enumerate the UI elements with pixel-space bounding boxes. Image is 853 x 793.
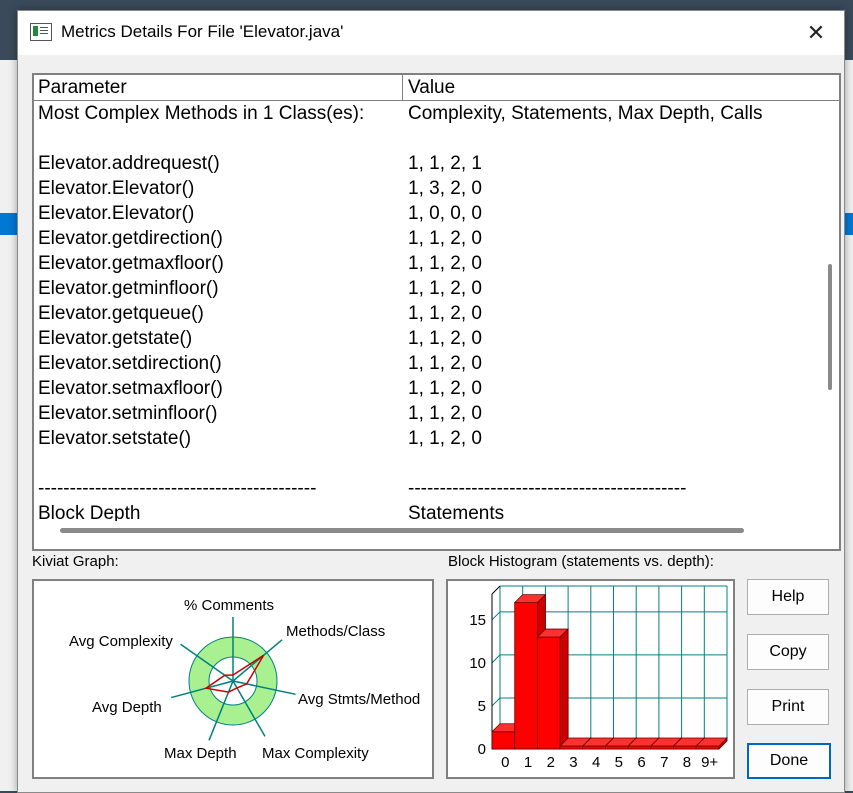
horizontal-scrollbar[interactable] [34,521,821,539]
histogram-y-tick-label: 15 [469,612,486,629]
histogram-x-tick-label: 7 [660,754,668,771]
kiviat-panel: % Comments Methods/Class Avg Stmts/Metho… [32,579,434,779]
table-cell-value[interactable]: ----------------------------------------… [408,478,686,503]
table-cell-parameter[interactable]: Elevator.setminfloor() [38,403,218,428]
table-cell-parameter[interactable]: Elevator.getmaxfloor() [38,253,224,278]
horizontal-scroll-thumb[interactable] [60,528,744,533]
table-cell-value[interactable]: 1, 1, 2, 0 [408,353,482,378]
histogram-x-tick-label: 5 [615,754,623,771]
histogram-x-tick-label: 4 [592,754,600,771]
column-header-parameter[interactable]: Parameter [38,77,127,99]
table-cell-parameter[interactable]: Elevator.setstate() [38,428,191,453]
histogram-bar-side [559,628,569,750]
table-cell-parameter[interactable]: ----------------------------------------… [38,478,316,503]
table-cell-value[interactable]: 1, 1, 2, 0 [408,253,482,278]
column-divider[interactable] [402,75,403,100]
kiviat-axis-max-complexity: Max Complexity [262,745,369,762]
table-header: Parameter Value [34,75,839,101]
table-cell-parameter[interactable]: Elevator.getminfloor() [38,278,219,303]
metrics-dialog: Metrics Details For File 'Elevator.java'… [17,10,845,793]
table-cell-parameter[interactable]: Elevator.setdirection() [38,353,222,378]
kiviat-axis-methods-class: Methods/Class [286,623,386,640]
close-button[interactable]: ✕ [796,15,836,51]
histogram-y-tick-label: 10 [469,655,486,672]
table-cell-value[interactable]: 1, 1, 2, 0 [408,378,482,403]
table-cell-parameter[interactable]: Elevator.getqueue() [38,303,204,328]
vertical-scroll-thumb[interactable] [828,264,832,390]
histogram-x-tick-label: 1 [524,754,532,771]
histogram-gridline [491,654,501,664]
table-cell-value[interactable]: 1, 1, 2, 0 [408,303,482,328]
histogram-bar [582,745,606,750]
vertical-scrollbar[interactable] [821,101,839,519]
histogram-x-tick-label: 9+ [701,754,718,771]
histogram-x-tick-label: 0 [501,754,509,771]
histogram-y-tick-label: 0 [478,741,486,758]
table-cell-parameter[interactable]: Elevator.addrequest() [38,153,220,178]
table-cell-value[interactable]: 1, 1, 2, 0 [408,328,482,353]
table-cell-value[interactable]: 1, 1, 2, 1 [408,153,482,178]
histogram-gridline [491,697,501,707]
app-icon [30,23,52,41]
histogram-x-tick-label: 2 [547,754,555,771]
histogram-bar [650,745,674,750]
histogram-panel: 0 5 10 15 0 1 2 3 4 5 6 7 8 9+ [446,579,735,779]
title-bar: Metrics Details For File 'Elevator.java'… [18,11,844,55]
metrics-table[interactable]: Parameter Value Most Complex Methods in … [32,73,841,551]
table-cell-parameter[interactable]: Elevator.Elevator() [38,203,194,228]
table-cell-parameter[interactable]: Elevator.getdirection() [38,228,223,253]
histogram-bar [695,745,720,750]
histogram-bar [491,731,516,750]
histogram-bar [559,745,584,750]
help-button[interactable]: Help [747,579,829,615]
table-cell-value[interactable]: 1, 1, 2, 0 [408,428,482,453]
kiviat-axis-avg-depth: Avg Depth [92,699,162,716]
table-cell-value[interactable]: 1, 0, 0, 0 [408,203,482,228]
kiviat-axis-max-depth: Max Depth [164,745,237,762]
table-cell-value[interactable]: 1, 1, 2, 0 [408,278,482,303]
table-cell-parameter[interactable]: Most Complex Methods in 1 Class(es): [38,103,364,128]
copy-button[interactable]: Copy [747,634,829,670]
histogram-bar [673,745,697,750]
histogram-x-tick-label: 8 [683,754,691,771]
kiviat-axis-avg-complexity: Avg Complexity [69,633,173,650]
kiviat-axis-avg-stmts: Avg Stmts/Method [298,691,421,708]
histogram-bar [605,745,629,750]
block-histogram: 0510150 1 2 3 4 5 6 7 8 9+ [469,585,728,771]
print-button[interactable]: Print [747,689,829,725]
table-cell-parameter[interactable]: Elevator.Elevator() [38,178,194,203]
kiviat-label: Kiviat Graph: [32,553,119,570]
histogram-x-tick-label: 6 [637,754,645,771]
histogram-bar [514,602,538,750]
histogram-y-tick-label: 5 [478,698,486,715]
table-cell-value[interactable]: 1, 1, 2, 0 [408,403,482,428]
table-cell-parameter[interactable]: Elevator.setmaxfloor() [38,378,223,403]
table-cell-parameter[interactable]: Elevator.getstate() [38,328,192,353]
histogram-label: Block Histogram (statements vs. depth): [448,553,714,570]
histogram-gridline [491,611,501,621]
histogram-axis-edge [491,585,501,595]
histogram-bar [537,636,561,750]
kiviat-axis-comments: % Comments [184,597,275,614]
done-button[interactable]: Done [747,743,831,779]
histogram-x-tick-label: 3 [569,754,577,771]
column-header-value[interactable]: Value [408,77,455,99]
dialog-title: Metrics Details For File 'Elevator.java' [61,22,344,41]
histogram-bar [627,745,652,750]
table-cell-value[interactable]: 1, 1, 2, 0 [408,228,482,253]
table-cell-value[interactable]: Complexity, Statements, Max Depth, Calls [408,103,762,128]
table-cell-value[interactable]: 1, 3, 2, 0 [408,178,482,203]
